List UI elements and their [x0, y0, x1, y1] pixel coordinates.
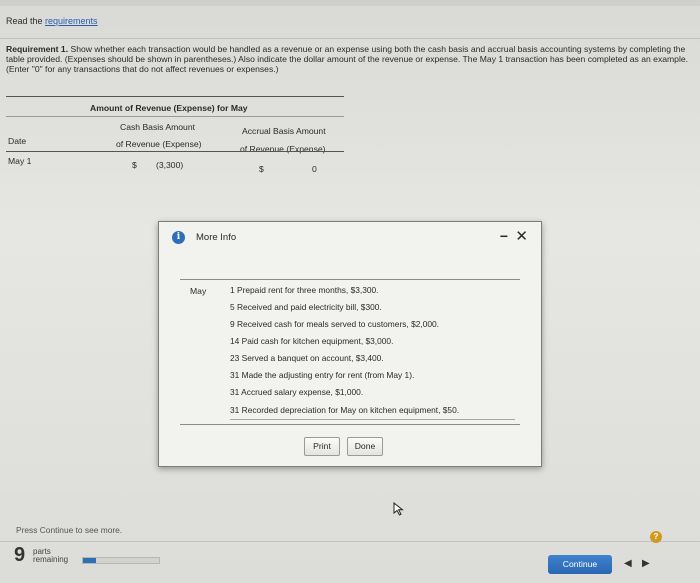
list-item: 31 Accrued salary expense, $1,000.	[230, 387, 364, 397]
list-item: 23 Served a banquet on account, $3,400.	[230, 353, 384, 363]
accrual-amount: 0	[312, 164, 317, 174]
requirement-label: Requirement 1.	[6, 44, 69, 54]
list-item: 14 Paid cash for kitchen equipment, $3,0…	[230, 336, 394, 346]
print-button[interactable]: Print	[304, 437, 340, 456]
requirement-body: Show whether each transaction would be h…	[6, 44, 689, 74]
minimize-button[interactable]: −	[500, 228, 508, 244]
help-icon[interactable]: ?	[650, 531, 662, 543]
col-date: Date	[8, 136, 27, 146]
transactions-box: May 1 Prepaid rent for three months, $3,…	[180, 279, 520, 425]
press-continue-text: Press Continue to see more.	[16, 525, 123, 535]
more-info-dialog: i More Info − ✕ May 1 Prepaid rent for t…	[158, 221, 542, 467]
previous-arrow-icon[interactable]: ◀	[624, 558, 632, 569]
read-prefix: Read the	[6, 16, 46, 26]
list-item: 1 Prepaid rent for three months, $3,300.	[230, 285, 379, 295]
month-label: May	[190, 286, 207, 296]
entry-rule	[230, 419, 515, 420]
col-cash-line2: of Revenue (Expense)	[116, 139, 202, 149]
requirement-text: Requirement 1. Show whether each transac…	[6, 44, 690, 74]
list-item: 31 Made the adjusting entry for rent (fr…	[230, 370, 415, 380]
cash-amount: (3,300)	[156, 160, 184, 170]
divider	[0, 541, 700, 542]
info-icon: i	[172, 231, 185, 244]
cash-dollar-sign: $	[132, 160, 137, 170]
row-date: May 1	[8, 156, 32, 166]
table-title: Amount of Revenue (Expense) for May	[90, 103, 248, 113]
done-button[interactable]: Done	[347, 437, 383, 456]
next-arrow-icon[interactable]: ▶	[642, 558, 650, 569]
divider	[0, 38, 700, 39]
mouse-cursor-icon	[393, 502, 404, 516]
table-rule	[6, 116, 344, 117]
list-item: 9 Received cash for meals served to cust…	[230, 319, 440, 329]
col-accrual-line1: Accrual Basis Amount	[242, 126, 326, 136]
table-rule	[6, 151, 344, 152]
table-rule	[6, 96, 344, 97]
close-button[interactable]: ✕	[515, 227, 528, 245]
parts-remaining-label: parts remaining	[33, 548, 68, 564]
read-requirements: Read the requirements	[6, 16, 98, 26]
continue-button[interactable]: Continue	[548, 555, 612, 574]
progress-fill	[83, 558, 96, 563]
col-cash-line1: Cash Basis Amount	[120, 122, 195, 132]
requirements-link[interactable]: requirements	[45, 16, 98, 26]
remaining-word: remaining	[33, 555, 69, 564]
list-item: 31 Recorded depreciation for May on kitc…	[230, 405, 460, 415]
list-item: 5 Received and paid electricity bill, $3…	[230, 302, 382, 312]
accrual-dollar-sign: $	[259, 164, 264, 174]
progress-bar	[82, 557, 160, 564]
top-strip	[0, 0, 700, 6]
col-accrual-line2: of Revenue (Expense)	[240, 144, 326, 154]
dialog-title: More Info	[196, 232, 237, 243]
parts-count: 9	[14, 544, 26, 566]
